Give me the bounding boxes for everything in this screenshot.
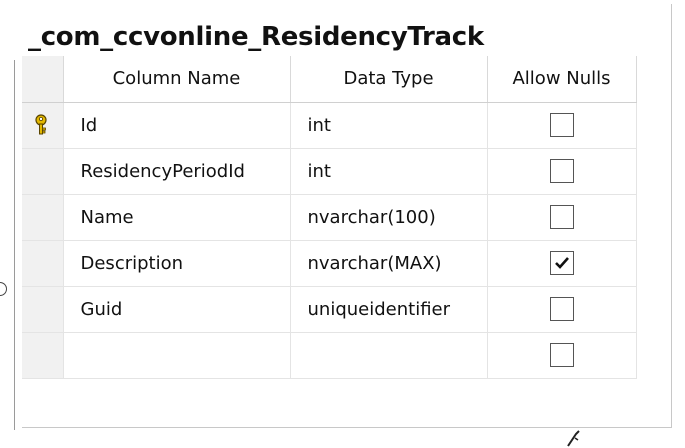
data-type-cell[interactable]: nvarchar(MAX) xyxy=(290,240,488,287)
column-grid: Column Name Data Type Allow Nulls Id int R… xyxy=(22,56,637,379)
data-type-cell[interactable]: uniqueidentifier xyxy=(290,286,488,333)
allow-nulls-cell xyxy=(487,286,637,333)
column-name-cell[interactable]: Id xyxy=(63,102,291,149)
row-selector[interactable] xyxy=(22,286,64,333)
column-name-cell[interactable]: Name xyxy=(63,194,291,241)
table-row[interactable] xyxy=(22,332,637,379)
allow-nulls-checkbox[interactable] xyxy=(549,113,574,137)
table-left-border xyxy=(14,60,15,430)
table-row[interactable]: Description nvarchar(MAX) xyxy=(22,240,637,287)
allow-nulls-checkbox[interactable] xyxy=(549,205,574,229)
row-selector[interactable] xyxy=(22,194,64,241)
designer-canvas: _com_ccvonline_ResidencyTrack Column Nam… xyxy=(0,0,685,448)
allow-nulls-cell xyxy=(487,194,637,241)
row-selector[interactable] xyxy=(22,332,64,379)
allow-nulls-cell xyxy=(487,240,637,287)
allow-nulls-checkbox[interactable] xyxy=(549,297,574,321)
column-name-cell[interactable]: Description xyxy=(63,240,291,287)
key-icon xyxy=(35,114,47,135)
column-name-cell[interactable] xyxy=(63,332,291,379)
row-selector[interactable] xyxy=(22,240,64,287)
allow-nulls-cell xyxy=(487,332,637,379)
data-type-cell[interactable]: nvarchar(100) xyxy=(290,194,488,241)
table-row[interactable]: ResidencyPeriodId int xyxy=(22,148,637,195)
table-row[interactable]: Name nvarchar(100) xyxy=(22,194,637,241)
data-type-cell[interactable]: int xyxy=(290,148,488,195)
row-selector[interactable] xyxy=(22,148,64,195)
column-name-cell[interactable]: ResidencyPeriodId xyxy=(63,148,291,195)
data-type-header[interactable]: Data Type xyxy=(290,56,488,103)
pencil-mark-icon xyxy=(567,430,580,447)
table-row[interactable]: Id int xyxy=(22,102,637,149)
relationship-connector xyxy=(0,282,7,296)
checkmark-icon xyxy=(554,257,569,269)
table-row[interactable]: Guid uniqueidentifier xyxy=(22,286,637,333)
allow-nulls-checkbox[interactable] xyxy=(549,159,574,183)
column-name-header[interactable]: Column Name xyxy=(63,56,291,103)
table-title[interactable]: _com_ccvonline_ResidencyTrack xyxy=(28,22,484,52)
allow-nulls-header[interactable]: Allow Nulls xyxy=(487,56,637,103)
allow-nulls-cell xyxy=(487,102,637,149)
column-name-cell[interactable]: Guid xyxy=(63,286,291,333)
row-selector[interactable] xyxy=(22,102,64,149)
allow-nulls-checkbox[interactable] xyxy=(549,343,574,367)
allow-nulls-cell xyxy=(487,148,637,195)
grid-header-row: Column Name Data Type Allow Nulls xyxy=(22,56,637,103)
row-selector-header[interactable] xyxy=(22,56,64,103)
data-type-cell[interactable] xyxy=(290,332,488,379)
data-type-cell[interactable]: int xyxy=(290,102,488,149)
allow-nulls-checkbox[interactable] xyxy=(549,251,574,275)
